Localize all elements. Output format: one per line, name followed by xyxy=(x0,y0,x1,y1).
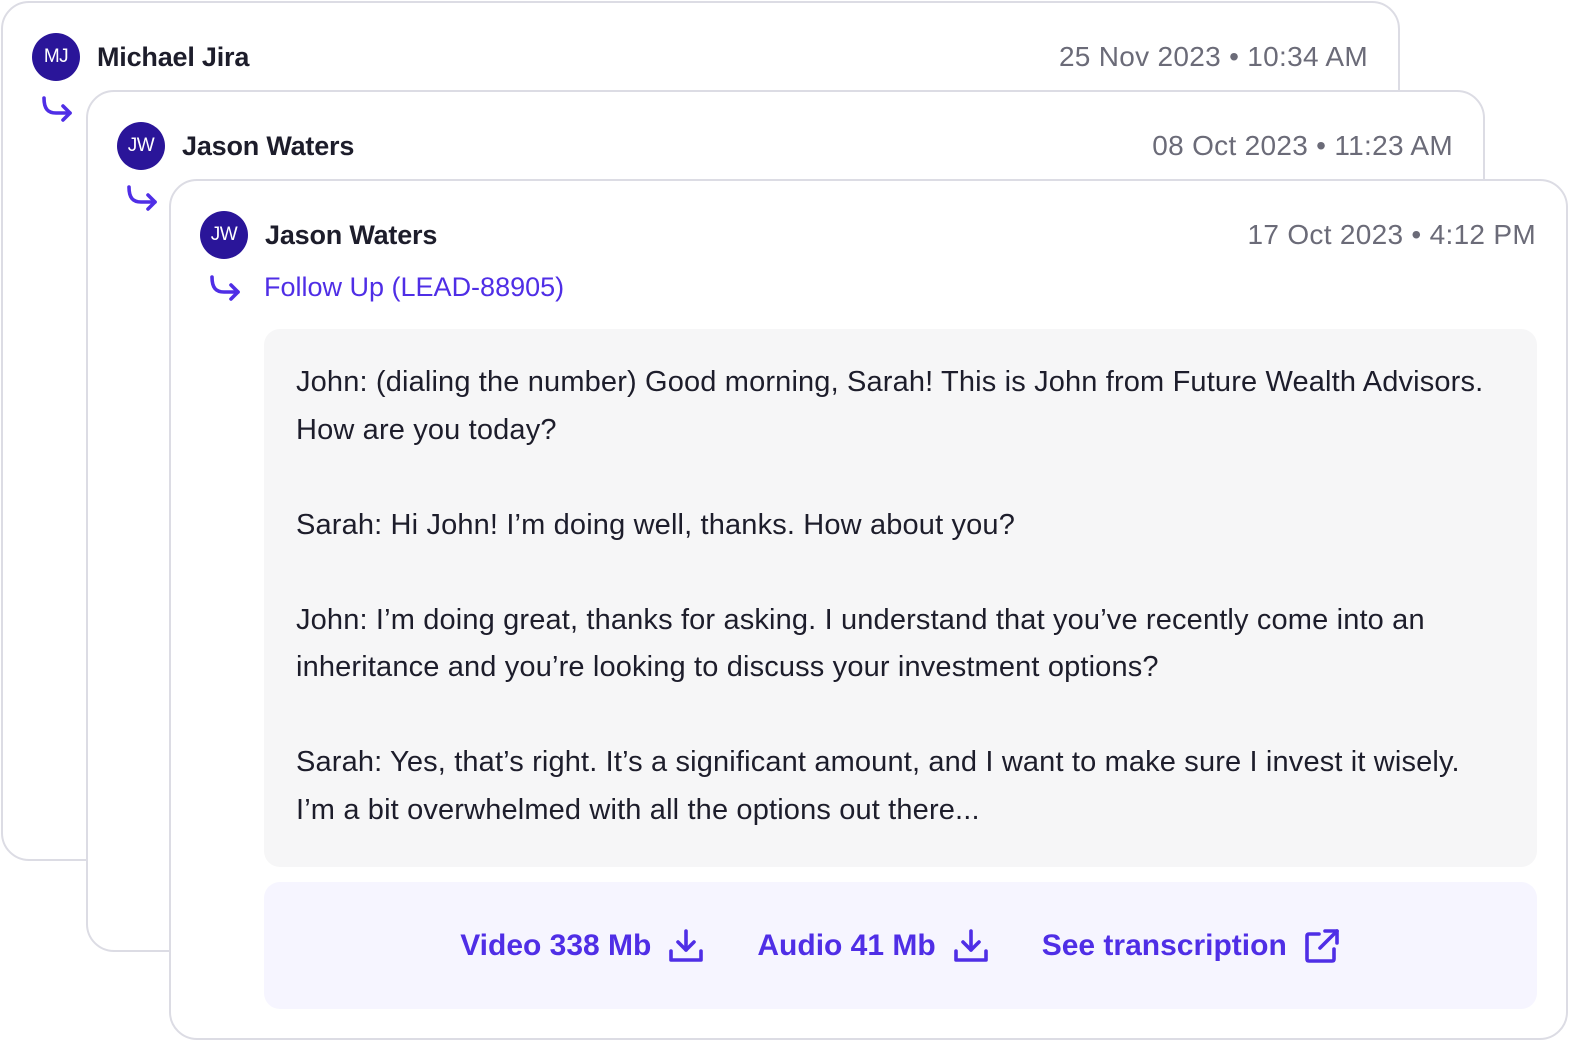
transcript-line: John: I’m doing great, thanks for asking… xyxy=(296,603,1425,684)
author-name[interactable]: Jason Waters xyxy=(182,131,354,162)
transcript-line: John: (dialing the number) Good morning,… xyxy=(296,366,1484,446)
reply-arrow-icon xyxy=(127,185,157,211)
message-card-jason-waters-2: JW Jason Waters 17 Oct 2023 • 4:12 PM Fo… xyxy=(169,179,1568,1040)
follow-up-link[interactable]: Follow Up (LEAD-88905) xyxy=(264,272,564,303)
avatar[interactable]: JW xyxy=(200,211,248,259)
attachment-label: Video 338 Mb xyxy=(460,928,652,962)
download-icon xyxy=(669,928,704,962)
avatar[interactable]: MJ xyxy=(32,33,80,81)
message-header: JW Jason Waters 08 Oct 2023 • 11:23 AM xyxy=(117,121,1453,171)
download-icon xyxy=(953,928,988,962)
reply-arrow-icon xyxy=(210,275,240,301)
message-date: 25 Nov 2023 • 10:34 AM xyxy=(1058,41,1368,72)
message-body: John: (dialing the number) Good morning,… xyxy=(264,329,1537,867)
avatar[interactable]: JW xyxy=(117,122,165,170)
attachment-label: See transcription xyxy=(1041,928,1287,962)
see-transcription-link[interactable]: See transcription xyxy=(1042,927,1341,965)
external-link-icon xyxy=(1304,928,1339,963)
transcript-line: Sarah: Hi John! I’m doing well, thanks. … xyxy=(296,508,1015,541)
message-date: 08 Oct 2023 • 11:23 AM xyxy=(1152,130,1453,161)
attachments-bar: Video 338 Mb Audio 41 Mb See transcripti… xyxy=(264,882,1537,1009)
reply-arrow-icon xyxy=(42,96,72,122)
video-download-button[interactable]: Video 338 Mb xyxy=(460,927,705,965)
message-header: MJ Michael Jira 25 Nov 2023 • 10:34 AM xyxy=(32,32,1368,82)
audio-download-button[interactable]: Audio 41 Mb xyxy=(757,927,989,965)
author-name[interactable]: Jason Waters xyxy=(265,220,437,251)
author-name[interactable]: Michael Jira xyxy=(97,42,249,73)
message-header: JW Jason Waters 17 Oct 2023 • 4:12 PM xyxy=(200,210,1536,260)
message-date: 17 Oct 2023 • 4:12 PM xyxy=(1247,219,1536,250)
transcript-line: Sarah: Yes, that’s right. It’s a signifi… xyxy=(296,746,1460,826)
attachment-label: Audio 41 Mb xyxy=(757,928,936,962)
